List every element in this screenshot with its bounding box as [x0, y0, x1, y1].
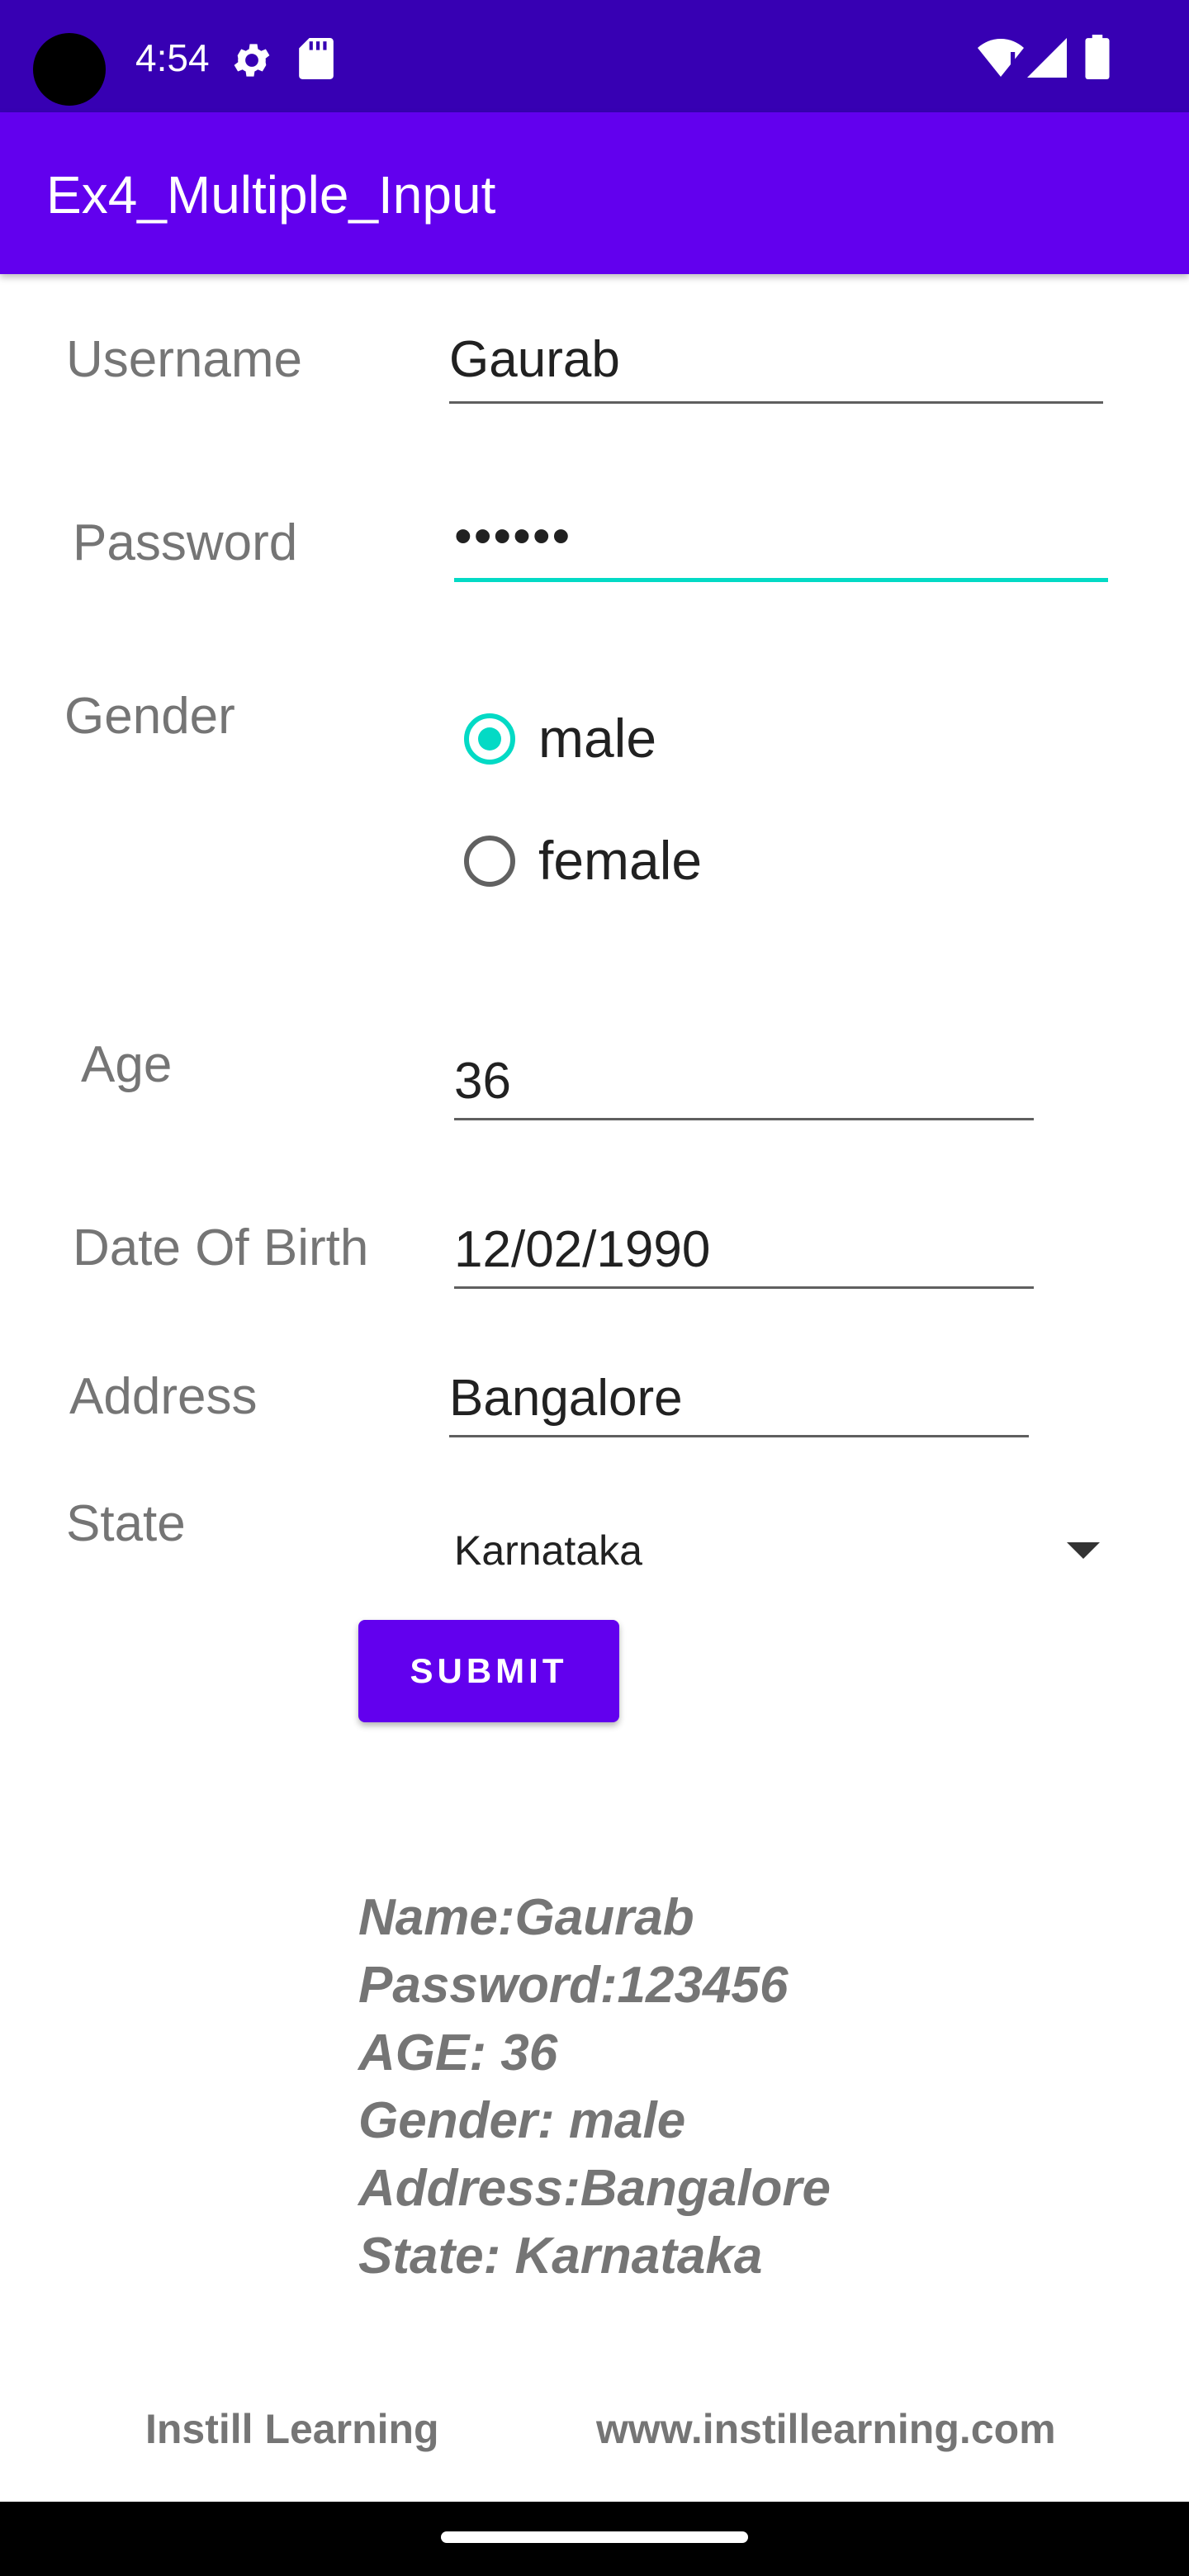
- radio-female-label: female: [538, 830, 703, 891]
- address-value: Bangalore: [449, 1370, 683, 1427]
- password-field[interactable]: ••••••: [454, 502, 1108, 585]
- result-age: AGE: 36: [358, 2024, 558, 2081]
- username-label: Username: [66, 331, 302, 388]
- camera-cutout: [33, 33, 106, 106]
- footer-brand: Instill Learning: [145, 2406, 439, 2452]
- sdcard-icon: [299, 38, 334, 79]
- result-address: Address:Bangalore: [358, 2160, 831, 2217]
- result-gender: Gender: male: [358, 2092, 686, 2149]
- address-field[interactable]: Bangalore: [449, 1366, 1029, 1448]
- username-field[interactable]: Gaurab: [449, 325, 1103, 408]
- age-underline: [454, 1118, 1034, 1120]
- dob-field[interactable]: 12/02/1990: [454, 1217, 1034, 1300]
- age-field[interactable]: 36: [454, 1049, 1034, 1131]
- age-value: 36: [454, 1053, 511, 1110]
- footer-website: www.instillearning.com: [596, 2406, 1056, 2452]
- signal-icon: [1027, 38, 1067, 78]
- gear-icon: [234, 44, 270, 77]
- address-underline: [449, 1435, 1029, 1437]
- dob-value: 12/02/1990: [454, 1221, 711, 1278]
- state-spinner[interactable]: Karnataka: [454, 1513, 1115, 1595]
- state-label: State: [66, 1495, 186, 1552]
- state-selected-value: Karnataka: [454, 1527, 642, 1574]
- home-gesture-handle[interactable]: [441, 2531, 748, 2543]
- radio-female[interactable]: female: [464, 824, 794, 898]
- address-label: Address: [69, 1368, 258, 1425]
- radio-female-indicator: [464, 836, 515, 887]
- wifi-icon: [978, 39, 1024, 77]
- gender-label: Gender: [64, 688, 235, 745]
- password-value: ••••••: [454, 508, 572, 565]
- status-time: 4:54: [135, 36, 210, 79]
- username-value: Gaurab: [449, 331, 620, 388]
- result-name: Name:Gaurab: [358, 1889, 694, 1946]
- app-title: Ex4_Multiple_Input: [46, 165, 496, 225]
- radio-male-indicator: [464, 713, 515, 765]
- dropdown-arrow-icon[interactable]: [1067, 1542, 1100, 1559]
- battery-icon: [1085, 35, 1110, 79]
- result-password: Password:123456: [358, 1957, 789, 2014]
- username-underline: [449, 401, 1103, 404]
- submit-button[interactable]: SUBMIT: [358, 1620, 619, 1722]
- result-output: Name:Gaurab Password:123456 AGE: 36 Gend…: [358, 1884, 1101, 2290]
- age-label: Age: [81, 1036, 173, 1093]
- password-underline: [454, 578, 1108, 582]
- radio-male[interactable]: male: [464, 702, 794, 776]
- dob-underline: [454, 1286, 1034, 1289]
- password-label: Password: [73, 514, 298, 571]
- radio-male-label: male: [538, 708, 657, 769]
- result-state: State: Karnataka: [358, 2228, 763, 2285]
- dob-label: Date Of Birth: [73, 1219, 369, 1276]
